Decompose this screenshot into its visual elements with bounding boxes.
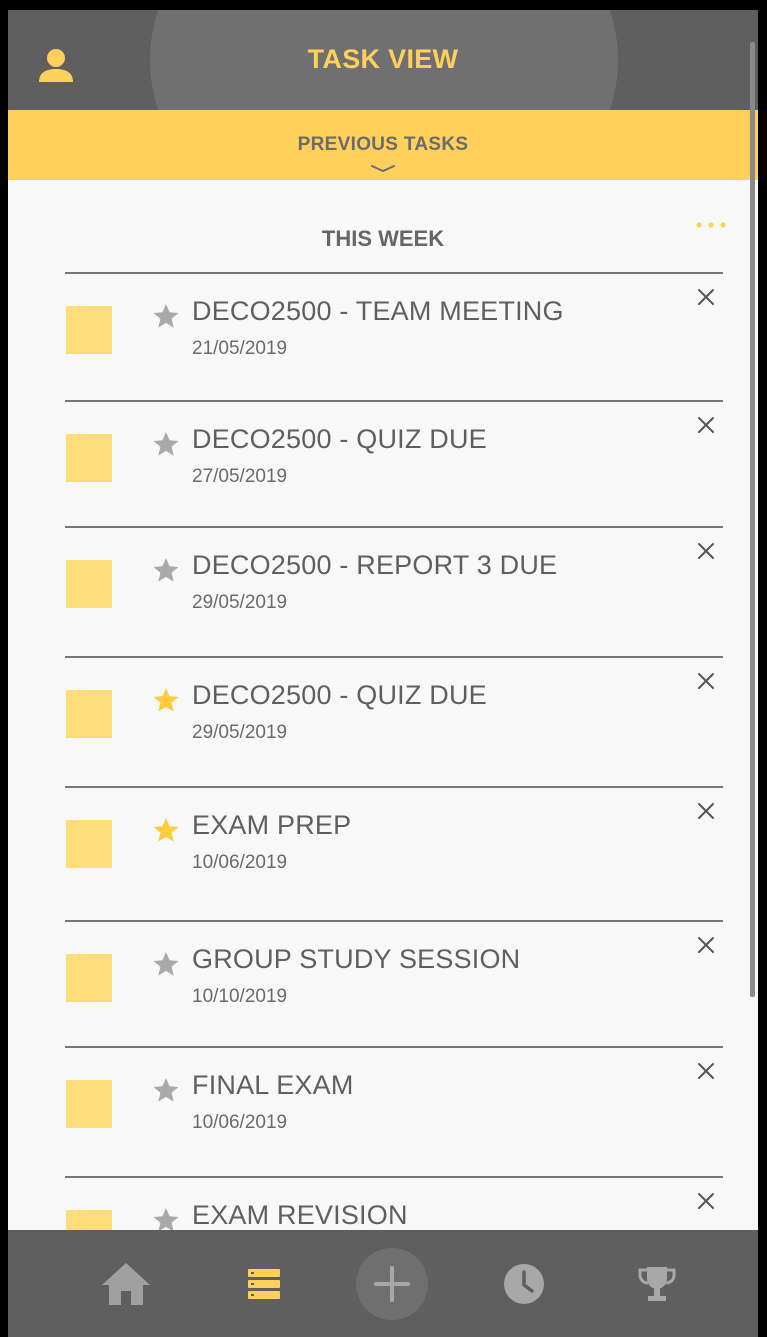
trophy-icon xyxy=(638,1266,676,1301)
section-title: THIS WEEK xyxy=(321,226,445,251)
row-divider xyxy=(65,786,723,788)
task-date: 21/05/2019 xyxy=(192,338,288,359)
task-row[interactable]: EXAM PREP 10/06/2019 xyxy=(65,786,723,916)
scrollbar[interactable] xyxy=(750,42,755,997)
task-list-icon xyxy=(248,1268,280,1299)
task-name: DECO2500 - REPORT 3 DUE xyxy=(192,550,558,580)
task-date: 29/05/2019 xyxy=(192,592,288,613)
star-icon[interactable] xyxy=(152,816,180,844)
task-row[interactable]: DECO2500 - QUIZ DUE 29/05/2019 xyxy=(65,656,723,786)
row-divider xyxy=(65,526,723,528)
star-icon[interactable] xyxy=(152,556,180,584)
close-icon[interactable] xyxy=(695,670,717,692)
task-row[interactable]: DECO2500 - REPORT 3 DUE 29/05/2019 xyxy=(65,526,723,656)
task-name: DECO2500 - TEAM MEETING xyxy=(192,296,564,326)
task-name: EXAM REVISION xyxy=(192,1200,408,1230)
task-row[interactable]: DECO2500 - TEAM MEETING 21/05/2019 xyxy=(65,272,723,402)
star-icon[interactable] xyxy=(152,1206,180,1230)
row-divider xyxy=(65,1046,723,1048)
clock-icon xyxy=(504,1263,544,1304)
close-icon[interactable] xyxy=(695,286,717,308)
task-list: THIS WEEK DECO2500 - TEAM MEETING 21/05/2… xyxy=(8,10,758,1230)
task-row[interactable]: GROUP STUDY SESSION 10/10/2019 xyxy=(65,920,723,1050)
star-icon[interactable] xyxy=(152,1076,180,1104)
task-name: FINAL EXAM xyxy=(192,1070,354,1100)
task-checkbox[interactable] xyxy=(66,954,112,1002)
star-icon[interactable] xyxy=(152,686,180,714)
task-checkbox[interactable] xyxy=(66,434,112,482)
home-icon xyxy=(102,1262,150,1305)
add-task-button[interactable] xyxy=(356,1248,428,1320)
task-checkbox[interactable] xyxy=(66,306,112,354)
close-icon[interactable] xyxy=(695,800,717,822)
task-date: 10/10/2019 xyxy=(192,986,288,1007)
task-row[interactable]: EXAM REVISION xyxy=(65,1176,723,1230)
task-checkbox[interactable] xyxy=(66,820,112,868)
add-icon xyxy=(374,1266,410,1302)
app-screen: TASK VIEW PREVIOUS TASKS THIS WEEK DECO2… xyxy=(8,10,758,1337)
row-divider xyxy=(65,272,723,274)
star-icon[interactable] xyxy=(152,950,180,978)
close-icon[interactable] xyxy=(695,1060,717,1082)
close-icon[interactable] xyxy=(695,1190,717,1212)
nav-home[interactable] xyxy=(86,1230,166,1337)
bottom-nav-bar xyxy=(8,1230,758,1337)
row-divider xyxy=(65,1176,723,1178)
task-name: DECO2500 - QUIZ DUE xyxy=(192,424,487,454)
task-checkbox[interactable] xyxy=(66,690,112,738)
star-icon[interactable] xyxy=(152,302,180,330)
task-name: DECO2500 - QUIZ DUE xyxy=(192,680,487,710)
task-name: EXAM PREP xyxy=(192,810,352,840)
task-checkbox[interactable] xyxy=(66,1080,112,1128)
nav-history[interactable] xyxy=(484,1230,564,1337)
row-divider xyxy=(65,400,723,402)
task-date: 27/05/2019 xyxy=(192,466,288,487)
close-icon[interactable] xyxy=(695,934,717,956)
more-horizontal-icon[interactable] xyxy=(694,216,730,228)
task-name: GROUP STUDY SESSION xyxy=(192,944,521,974)
task-row[interactable]: DECO2500 - QUIZ DUE 27/05/2019 xyxy=(65,400,723,530)
nav-achievements[interactable] xyxy=(617,1230,697,1337)
nav-tasks[interactable] xyxy=(224,1230,304,1337)
row-divider xyxy=(65,920,723,922)
task-checkbox[interactable] xyxy=(66,560,112,608)
task-date: 10/06/2019 xyxy=(192,852,288,873)
task-date: 10/06/2019 xyxy=(192,1112,288,1133)
star-icon[interactable] xyxy=(152,430,180,458)
task-row[interactable]: FINAL EXAM 10/06/2019 xyxy=(65,1046,723,1176)
task-checkbox[interactable] xyxy=(66,1210,112,1230)
close-icon[interactable] xyxy=(695,414,717,436)
row-divider xyxy=(65,656,723,658)
task-date: 29/05/2019 xyxy=(192,722,288,743)
close-icon[interactable] xyxy=(695,540,717,562)
